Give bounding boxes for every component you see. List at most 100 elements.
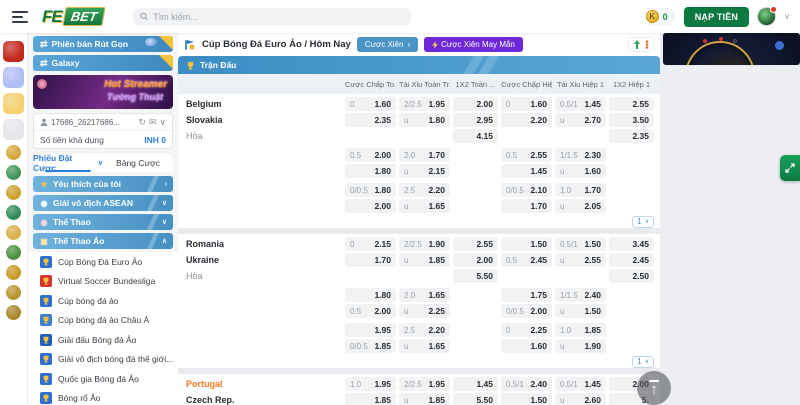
provider-icon[interactable] (6, 205, 21, 220)
submenu-item[interactable]: Cúp Bóng Đá Euro Ảo (28, 252, 178, 272)
odds-cell[interactable]: 01.60 (345, 97, 396, 111)
hot-streamer-promo-banner[interactable]: Hot Streamer Tường Thuật (33, 75, 173, 109)
odds-cell[interactable]: 2/2.51.95 (399, 377, 450, 391)
odds-cell[interactable]: 4.15 (453, 129, 498, 143)
odds-cell[interactable]: 2.01.70 (399, 148, 450, 162)
search-input[interactable] (153, 12, 403, 22)
odds-cell[interactable]: 1.50 (501, 237, 552, 251)
odds-cell[interactable]: 02.25 (501, 323, 552, 337)
odds-cell[interactable]: 1/1.52.30 (555, 148, 606, 162)
odds-cell[interactable]: 2.00 (453, 253, 498, 267)
tab-bet-slip[interactable]: Phiếu Đặt Cược ∨ (33, 154, 103, 172)
promotions-gift-icon[interactable] (3, 41, 24, 62)
mail-icon[interactable]: ✉ (149, 117, 157, 128)
submenu-item[interactable]: Cúp bóng đá ảo (28, 291, 178, 311)
odds-cell[interactable]: 02.15 (345, 237, 396, 251)
odds-cell[interactable]: u1.85 (399, 393, 450, 405)
compact-version-banner[interactable]: ⇄ Phiên bản Rút Gọn (33, 36, 173, 52)
submenu-item[interactable]: Cúp bóng đá ảo Châu Á (28, 311, 178, 331)
sidebar-group-yêu-thích-của-tôi[interactable]: ★ Yêu thích của tôi › (33, 176, 173, 192)
odds-cell[interactable]: u2.05 (555, 199, 606, 213)
odds-cell[interactable]: 2.55 (609, 97, 654, 111)
odds-cell[interactable]: 2.50 (609, 269, 654, 283)
odds-cell[interactable]: u2.15 (399, 164, 450, 178)
submenu-item[interactable]: Quốc gia Bóng đá Ảo (28, 369, 178, 389)
odds-cell[interactable]: 5.50 (453, 393, 498, 405)
provider-icon[interactable] (6, 145, 21, 160)
provider-icon[interactable] (6, 245, 21, 260)
odds-cell[interactable]: 3.45 (609, 237, 654, 251)
provider-icon[interactable] (6, 165, 21, 180)
odds-cell[interactable]: 1.80 (345, 164, 396, 178)
odds-cell[interactable]: 0.5/12.40 (501, 377, 552, 391)
odds-cell[interactable]: 0.5/11.45 (555, 97, 606, 111)
odds-cell[interactable]: 1.75 (501, 288, 552, 302)
odds-cell[interactable]: 1.60 (501, 339, 552, 353)
submenu-item[interactable]: Virtual Soccer Bundesliga (28, 272, 178, 292)
provider-icon[interactable] (6, 285, 21, 300)
parlay-button[interactable]: Cược Xiên › (357, 37, 418, 52)
lucky-parlay-button[interactable]: Cược Xiên May Mắn (424, 37, 523, 52)
odds-cell[interactable]: u2.25 (399, 304, 450, 318)
chevron-down-icon[interactable]: ∨ (159, 117, 166, 128)
odds-cell[interactable]: u1.90 (555, 339, 606, 353)
odds-cell[interactable]: 2.20 (501, 113, 552, 127)
odds-cell[interactable]: 01.60 (501, 97, 552, 111)
odds-cell[interactable]: 0.52.55 (501, 148, 552, 162)
submenu-item[interactable]: Giải đấu Bóng đá Ảo (28, 330, 178, 350)
expand-panel-button[interactable] (780, 155, 800, 181)
odds-cell[interactable]: 1.70 (345, 253, 396, 267)
submenu-item[interactable]: Bóng rổ Ảo (28, 389, 178, 405)
sidebar-group-giải-vô-địch-asean[interactable]: ◉ Giải vô địch ASEAN ∨ (33, 195, 173, 211)
odds-cell[interactable]: 0/0.52.10 (501, 183, 552, 197)
odds-cell[interactable]: u1.65 (399, 199, 450, 213)
odds-cell[interactable]: 1/1.52.40 (555, 288, 606, 302)
tab-bet-list[interactable]: Bảng Cược (103, 154, 173, 172)
odds-cell[interactable]: 1.01.95 (345, 377, 396, 391)
odds-cell[interactable]: 1.70 (501, 199, 552, 213)
odds-cell[interactable]: 5.50 (453, 269, 498, 283)
menu-toggle-icon[interactable] (12, 11, 28, 23)
odds-cell[interactable]: u2.55 (555, 253, 606, 267)
odds-cell[interactable]: 2.52.20 (399, 183, 450, 197)
refresh-icon[interactable]: ↻ (138, 117, 146, 128)
odds-cell[interactable]: 1.45 (453, 377, 498, 391)
odds-cell[interactable]: u2.60 (555, 393, 606, 405)
odds-cell[interactable]: u1.50 (555, 304, 606, 318)
odds-cell[interactable]: 2/2.51.90 (399, 237, 450, 251)
odds-cell[interactable]: 1.50 (501, 393, 552, 405)
page-selector-dropdown[interactable]: 1∨ (632, 216, 654, 228)
odds-cell[interactable]: 1.85 (345, 393, 396, 405)
account-chevron-down-icon[interactable]: ∨ (784, 12, 790, 21)
odds-cell[interactable]: 2.01.65 (399, 288, 450, 302)
odds-cell[interactable]: 3.50 (609, 113, 654, 127)
deposit-button[interactable]: NẠP TIỀN (684, 7, 749, 27)
provider-icon[interactable] (6, 185, 21, 200)
odds-cell[interactable]: 2.45 (609, 253, 654, 267)
odds-cell[interactable]: 2.00 (453, 97, 498, 111)
odds-cell[interactable]: 2/2.51.95 (399, 97, 450, 111)
odds-cell[interactable]: 0/0.52.00 (501, 304, 552, 318)
odds-cell[interactable]: 1.95 (345, 323, 396, 337)
galaxy-banner[interactable]: ⇄ Galaxy (33, 55, 173, 71)
wallet-balance[interactable]: K 0 (643, 8, 676, 25)
sidebar-group-thể-thao[interactable]: ◉ Thể Thao ∨ (33, 214, 173, 230)
odds-cell[interactable]: 0.52.00 (345, 148, 396, 162)
page-selector-dropdown[interactable]: 1∨ (632, 356, 654, 368)
provider-icon[interactable] (6, 225, 21, 240)
odds-cell[interactable]: 1.80 (345, 288, 396, 302)
odds-cell[interactable]: 2.35 (609, 129, 654, 143)
odds-cell[interactable]: 0.5/11.50 (555, 237, 606, 251)
odds-cell[interactable]: 1.01.85 (555, 323, 606, 337)
odds-cell[interactable]: 2.52.20 (399, 323, 450, 337)
odds-cell[interactable]: 2.55 (453, 237, 498, 251)
odds-cell[interactable]: u1.65 (399, 339, 450, 353)
scroll-to-top-button[interactable]: ↑ (637, 371, 671, 405)
odds-cell[interactable]: u2.70 (555, 113, 606, 127)
sort-toggle[interactable] (628, 37, 654, 52)
provider-icon[interactable] (6, 305, 21, 320)
odds-cell[interactable]: u1.80 (399, 113, 450, 127)
odds-cell[interactable]: 0/0.51.85 (345, 339, 396, 353)
odds-cell[interactable]: 2.95 (453, 113, 498, 127)
sidebar-group-thể-thao-ảo[interactable]: ▣ Thể Thao Ảo ∧ (33, 233, 173, 249)
